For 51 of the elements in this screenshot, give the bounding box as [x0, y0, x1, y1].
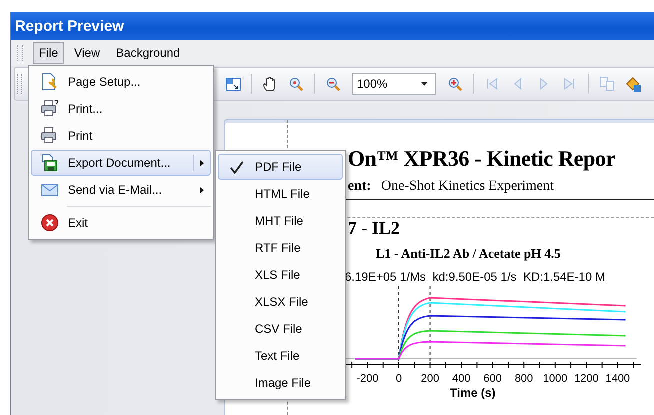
menu-item[interactable]: Image File — [218, 370, 343, 396]
zoom-combo[interactable]: 100% — [352, 73, 436, 95]
hand-icon — [262, 76, 278, 92]
menu-item[interactable]: Print — [31, 123, 211, 149]
menu-item[interactable]: Background — [110, 42, 186, 64]
menu-item[interactable]: Text File — [218, 343, 343, 369]
zoom-in-icon — [447, 76, 463, 92]
report-title: On™ XPR36 - Kinetic Repor — [348, 146, 616, 172]
menu-item[interactable]: Page Setup... — [31, 69, 211, 95]
menu-item[interactable]: View — [68, 42, 106, 64]
axis-label: Time (s) — [450, 386, 496, 400]
experiment-name: One-Shot Kinetics Experiment — [381, 179, 554, 195]
menu-item[interactable]: XLS File — [218, 262, 343, 288]
chart-title: L1 - Anti-IL2 Ab / Acetate pH 4.5 — [376, 246, 561, 262]
submenu-arrow-icon — [200, 160, 204, 166]
printer-icon — [41, 127, 59, 145]
menu-item[interactable]: Exit — [31, 210, 211, 236]
menu-item[interactable]: Export Document... — [31, 150, 211, 176]
section-heading: 7 - IL2 — [348, 218, 400, 239]
tick-label: 1400 — [606, 373, 630, 385]
page-setup-icon — [41, 73, 59, 91]
menu-item[interactable]: RTF File — [218, 235, 343, 261]
menu-item[interactable]: PDF File — [218, 154, 343, 180]
submenu-arrow-icon — [200, 186, 204, 194]
menu-item[interactable]: XLSX File — [218, 289, 343, 315]
menu-item[interactable]: HTML File — [218, 181, 343, 207]
tick-label: 800 — [514, 373, 534, 385]
tick-label: 400 — [452, 373, 471, 385]
rate-constants: 6.19E+05 1/Ms kd:9.50E-05 1/s KD:1.54E-10 M — [345, 270, 606, 284]
menu-item[interactable]: Send via E-Mail... — [31, 177, 211, 203]
tick-label: 0 — [396, 373, 402, 385]
paint-bucket-icon — [625, 76, 641, 92]
exit-icon — [41, 214, 59, 232]
window-title: Report Preview — [15, 18, 124, 34]
dropdown-caret-icon — [420, 81, 429, 87]
fit-page-icon — [225, 76, 241, 92]
experiment-label: ent: — [348, 179, 372, 195]
menu-item[interactable]: File — [33, 42, 64, 64]
menu-item[interactable]: CSV File — [218, 316, 343, 342]
menu-item[interactable]: Print... — [31, 96, 211, 122]
tick-label: 1200 — [574, 373, 599, 385]
tick-label: 1000 — [543, 373, 568, 385]
zoom-out-icon — [325, 76, 341, 92]
printer-icon — [41, 100, 59, 118]
tick-label: 200 — [421, 373, 440, 385]
tick-label: -200 — [356, 373, 379, 385]
menu-item[interactable]: MHT File — [218, 208, 343, 234]
save-document-icon — [41, 154, 59, 172]
magnifier-icon — [288, 76, 304, 92]
tick-label: 600 — [484, 373, 502, 385]
pages-icon — [599, 76, 615, 92]
